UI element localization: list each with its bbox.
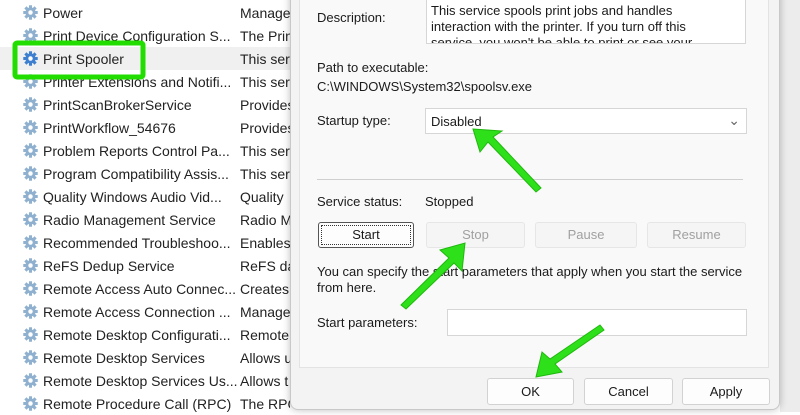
start-parameters-label: Start parameters:	[317, 315, 418, 330]
service-name: ReFS Dedup Service	[43, 257, 175, 274]
start-parameters-hint: You can specify the start parameters tha…	[317, 264, 743, 295]
service-gear-icon	[23, 51, 38, 66]
service-gear-icon	[23, 304, 38, 319]
service-name: PrintScanBrokerService	[43, 96, 192, 113]
service-gear-icon	[23, 281, 38, 296]
service-name: Radio Management Service	[43, 211, 216, 228]
service-row[interactable]: PrintScanBrokerService Provides	[0, 93, 300, 116]
service-name: PrintWorkflow_54676	[43, 119, 176, 136]
service-gear-icon	[23, 373, 38, 388]
service-gear-icon	[23, 396, 38, 411]
service-row[interactable]: Remote Access Connection ... Manage	[0, 300, 300, 323]
service-row[interactable]: Print Spooler This serv	[0, 47, 300, 70]
service-name: Print Spooler	[43, 50, 124, 67]
service-name: Remote Access Connection ...	[43, 303, 231, 320]
service-row[interactable]: Power Manage	[0, 1, 300, 24]
service-description: The RPC	[240, 395, 290, 412]
service-description: Quality	[240, 188, 284, 205]
service-gear-icon	[23, 235, 38, 250]
description-text: This service spools print jobs and handl…	[426, 0, 746, 44]
service-name: Remote Access Auto Connec...	[43, 280, 236, 297]
service-name: Remote Procedure Call (RPC)	[43, 395, 232, 412]
service-description: Manage	[240, 303, 290, 320]
pause-button[interactable]: Pause	[535, 222, 637, 248]
service-row[interactable]: Recommended Troubleshoo... Enables	[0, 231, 300, 254]
service-row[interactable]: Problem Reports Control Pa... This serv	[0, 139, 300, 162]
service-gear-icon	[23, 74, 38, 89]
service-name: Recommended Troubleshoo...	[43, 234, 231, 251]
service-status-label: Service status:	[317, 194, 403, 209]
cancel-button[interactable]: Cancel	[584, 378, 673, 405]
service-name: Remote Desktop Services	[43, 349, 205, 366]
services-list: Power Manage Print Device Configuration S.…	[0, 0, 300, 412]
service-row[interactable]: Remote Desktop Services Allows u	[0, 346, 300, 369]
service-name: Program Compatibility Assis...	[43, 165, 229, 182]
service-name: Printer Extensions and Notifi...	[43, 73, 232, 90]
resume-button[interactable]: Resume	[647, 222, 746, 248]
service-name: Remote Desktop Configurati...	[43, 326, 231, 343]
service-row[interactable]: Quality Windows Audio Vid... Quality	[0, 185, 300, 208]
service-row[interactable]: Printer Extensions and Notifi... This ser…	[0, 70, 300, 93]
start-button[interactable]: Start	[318, 222, 414, 248]
path-label: Path to executable:	[317, 60, 429, 75]
service-description: Remote	[240, 326, 290, 343]
startup-type-label: Startup type:	[317, 113, 391, 128]
service-gear-icon	[23, 258, 38, 273]
service-description: This serv	[240, 50, 290, 67]
service-description: Allows u	[240, 349, 290, 366]
service-gear-icon	[23, 212, 38, 227]
service-gear-icon	[23, 350, 38, 365]
startup-type-value: Disabled	[431, 114, 482, 129]
service-row[interactable]: Print Device Configuration S... The Prin	[0, 24, 300, 47]
service-gear-icon	[23, 5, 38, 20]
ok-button[interactable]: OK	[487, 378, 574, 405]
service-row[interactable]: ReFS Dedup Service ReFS da	[0, 254, 300, 277]
service-description: Radio M	[240, 211, 290, 228]
service-description: The Prin	[240, 27, 290, 44]
separator	[317, 179, 743, 180]
service-description: Creates	[240, 280, 290, 297]
service-row[interactable]: Radio Management Service Radio M	[0, 208, 300, 231]
service-description: This serv	[240, 165, 290, 182]
start-parameters-input[interactable]	[447, 309, 747, 336]
service-description: Enables	[240, 234, 290, 251]
service-name: Quality Windows Audio Vid...	[43, 188, 222, 205]
service-description: This serv	[240, 142, 290, 159]
service-description: This serv	[240, 73, 290, 90]
service-description: ReFS da	[240, 257, 290, 274]
service-name: Problem Reports Control Pa...	[43, 142, 230, 159]
service-description: Allows t	[240, 372, 289, 389]
service-row[interactable]: Remote Desktop Configurati... Remote	[0, 323, 300, 346]
print-spooler-properties-dialog: Description: This service spools print j…	[290, 0, 780, 410]
service-description: Provides	[240, 96, 290, 113]
path-value: C:\WINDOWS\System32\spoolsv.exe	[317, 79, 533, 94]
service-name: Print Device Configuration S...	[43, 27, 231, 44]
service-name: Remote Desktop Services Us...	[43, 372, 238, 389]
service-gear-icon	[23, 28, 38, 43]
service-gear-icon	[23, 189, 38, 204]
service-description: Manage	[240, 4, 290, 21]
service-gear-icon	[23, 143, 38, 158]
service-gear-icon	[23, 327, 38, 342]
service-gear-icon	[23, 97, 38, 112]
general-tab-panel: Description: This service spools print j…	[299, 0, 769, 368]
background-window	[780, 0, 800, 412]
service-row[interactable]: Remote Access Auto Connec... Creates	[0, 277, 300, 300]
startup-type-select[interactable]: Disabled ⌄	[425, 108, 747, 134]
stop-button[interactable]: Stop	[426, 222, 525, 248]
service-row[interactable]: PrintWorkflow_54676 Provides	[0, 116, 300, 139]
chevron-down-icon: ⌄	[728, 112, 740, 128]
service-row[interactable]: Program Compatibility Assis... This serv	[0, 162, 300, 185]
description-label: Description:	[317, 10, 386, 25]
service-status-value: Stopped	[425, 194, 474, 209]
service-gear-icon	[23, 120, 38, 135]
apply-button[interactable]: Apply	[682, 378, 770, 405]
service-row[interactable]: Remote Desktop Services Us... Allows t	[0, 369, 300, 392]
service-name: Power	[43, 4, 83, 21]
service-gear-icon	[23, 166, 38, 181]
service-description: Provides	[240, 119, 290, 136]
